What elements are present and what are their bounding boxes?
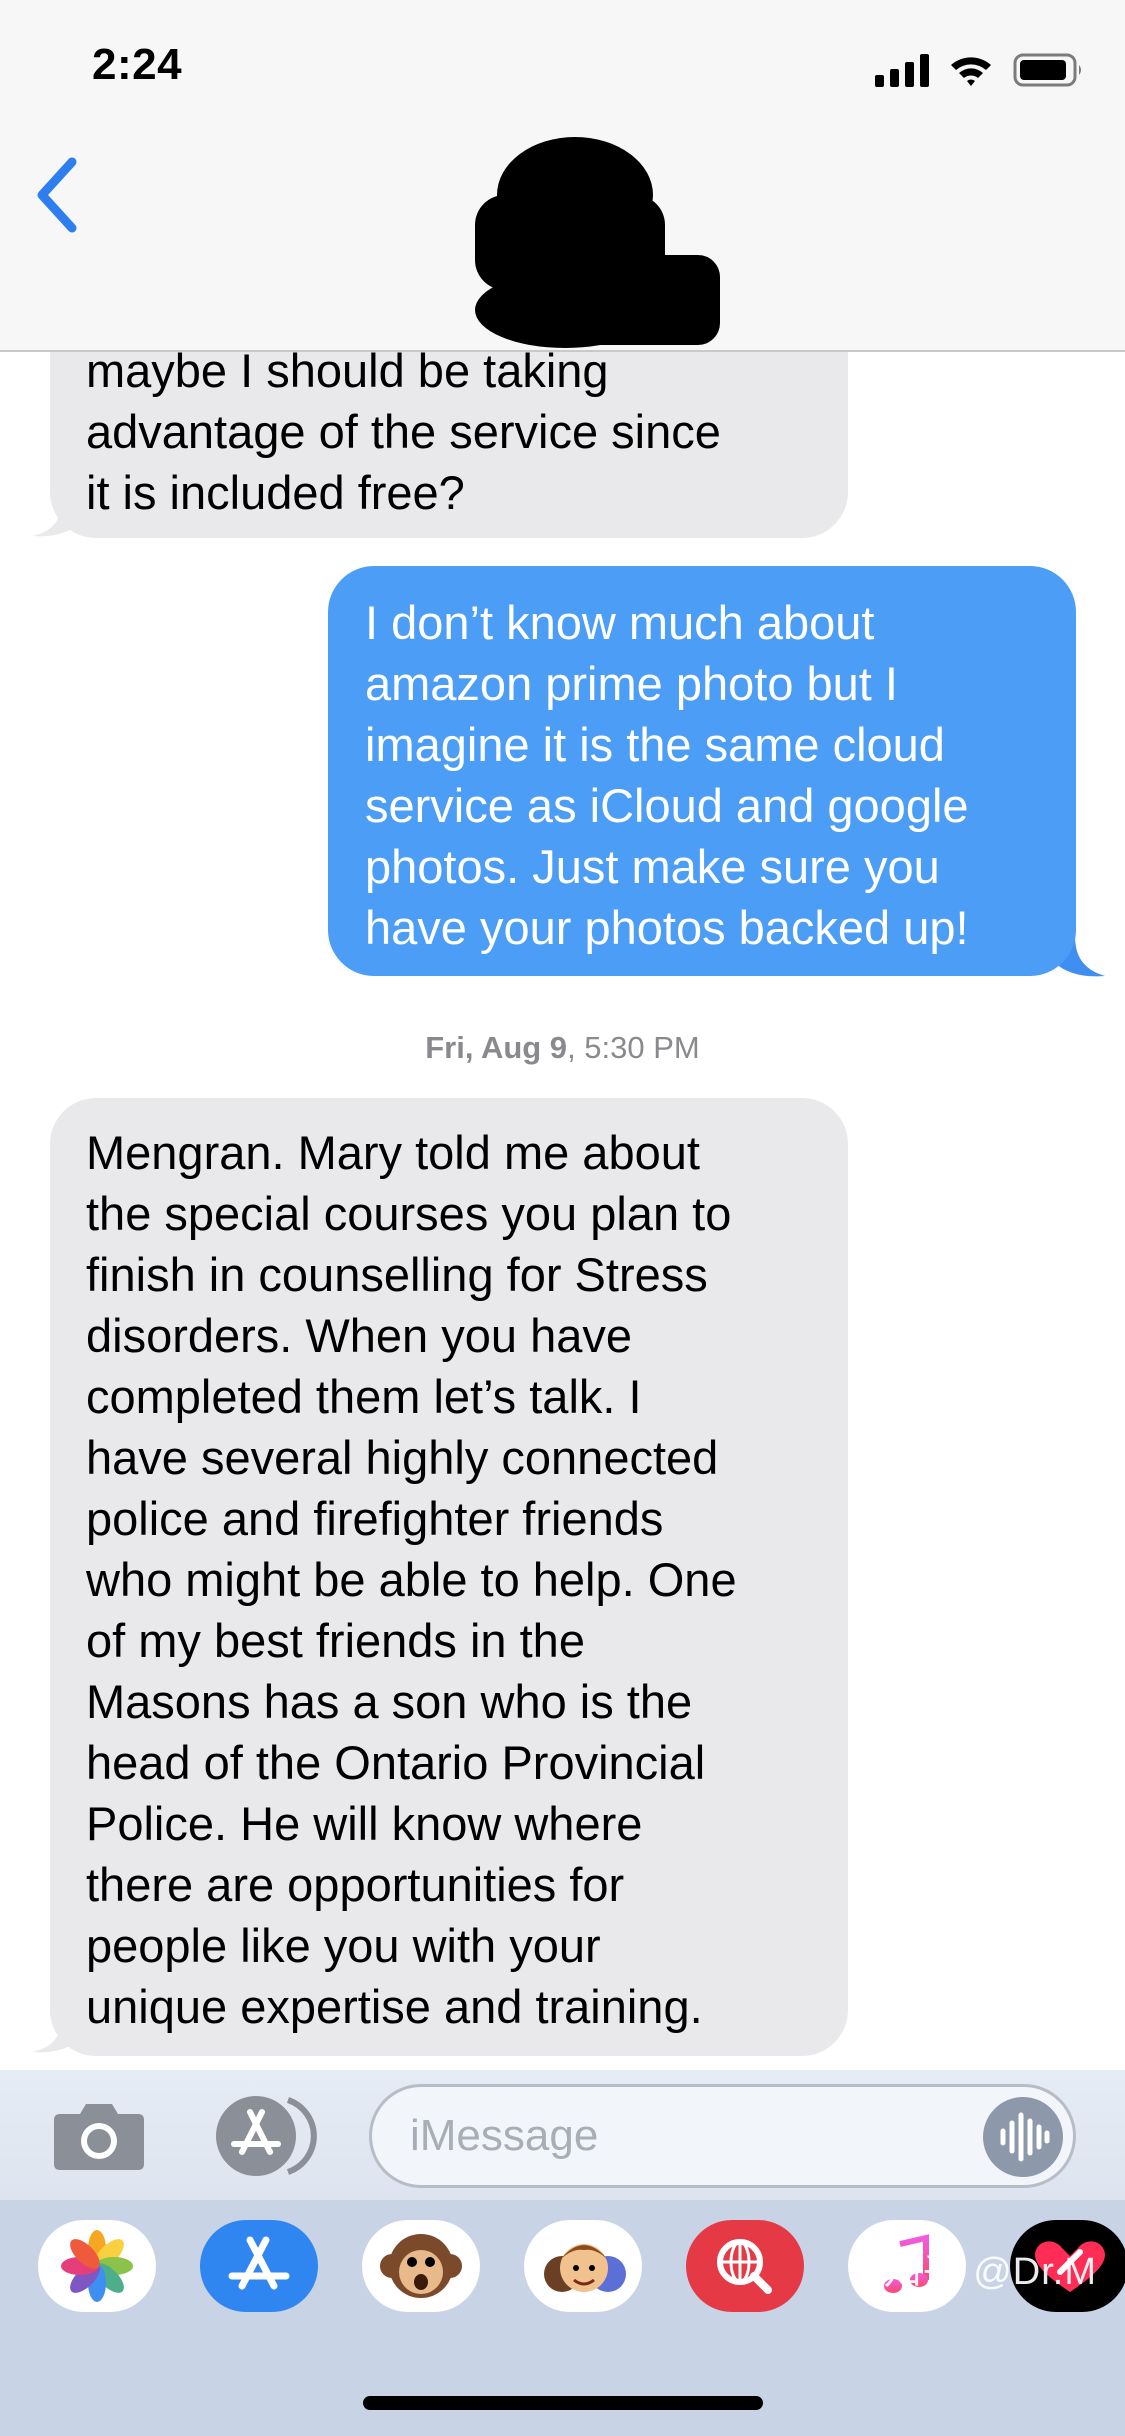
home-indicator[interactable]	[363, 2396, 763, 2410]
animoji-monkey-icon[interactable]	[362, 2220, 480, 2312]
message-timestamp: Fri, Aug 9, 5:30 PM	[425, 1030, 700, 1065]
contact-avatar[interactable]	[455, 135, 735, 350]
message-bubble-incoming[interactable]: Mengran. Mary told me about the special …	[50, 1098, 848, 2056]
watermark: 知乎 @Dr.M	[883, 2251, 1097, 2293]
memoji-stickers-icon[interactable]	[524, 2220, 642, 2312]
battery-icon	[1013, 53, 1081, 87]
message-text: maybe I should be taking advantage of th…	[86, 344, 721, 519]
status-icons	[875, 50, 1085, 90]
waveform-icon	[1000, 2112, 1050, 2162]
message-bubble-outgoing[interactable]: I don’t know much about amazon prime pho…	[328, 566, 1076, 976]
cellular-signal-icon	[875, 53, 929, 87]
imessage-field[interactable]	[369, 2084, 1076, 2188]
back-chevron-icon[interactable]	[30, 150, 90, 240]
message-input-bar	[0, 2070, 1125, 2200]
app-store-icon[interactable]	[200, 2220, 318, 2312]
message-text: Mengran. Mary told me about the special …	[86, 1126, 737, 2033]
timestamp-time: 5:30 PM	[584, 1030, 700, 1065]
web-image-search-icon[interactable]	[686, 2220, 804, 2312]
photos-app-icon[interactable]	[38, 2220, 156, 2312]
app-store-drawer-icon[interactable]	[210, 2094, 318, 2178]
camera-icon[interactable]	[52, 2100, 146, 2170]
imessage-input[interactable]	[408, 2105, 932, 2167]
timestamp-day: Fri, Aug 9	[425, 1030, 568, 1065]
audio-message-button[interactable]	[983, 2097, 1063, 2177]
conversation-header: 2:24	[0, 0, 1125, 352]
message-text: I don’t know much about amazon prime pho…	[365, 596, 969, 954]
wifi-icon	[951, 57, 991, 86]
status-time: 2:24	[92, 40, 183, 89]
